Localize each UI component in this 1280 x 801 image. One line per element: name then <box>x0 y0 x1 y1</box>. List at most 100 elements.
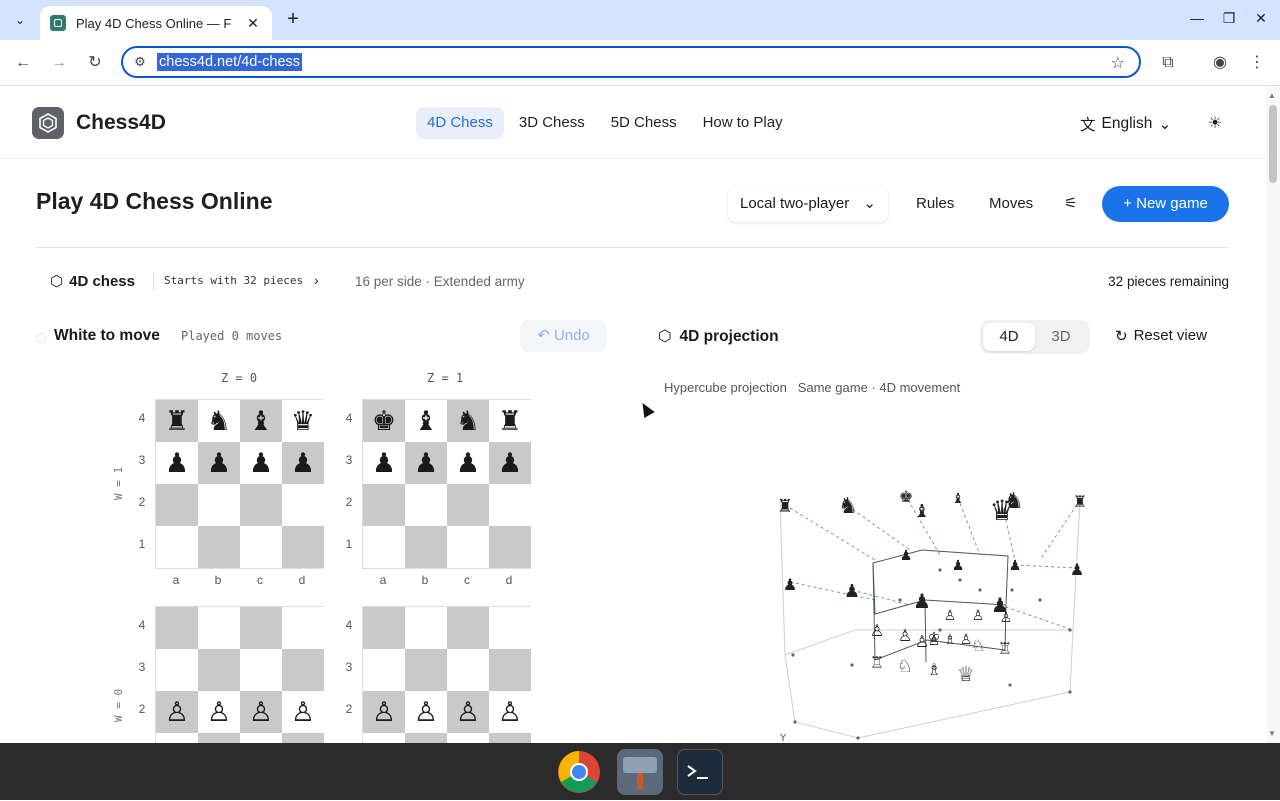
site-info-icon[interactable]: ⚙ <box>123 54 157 70</box>
board-square[interactable]: ♞ <box>198 400 240 442</box>
window-close-icon[interactable]: ✕ <box>1251 10 1271 27</box>
projection-piece[interactable]: ♟ <box>844 581 860 602</box>
projection-piece[interactable]: ♙ <box>870 621 884 640</box>
projection-piece[interactable]: ♜ <box>1073 492 1087 511</box>
view-4d-button[interactable]: 4D <box>983 323 1035 351</box>
board-square[interactable]: ♟ <box>363 442 405 484</box>
board-square[interactable]: ♟ <box>198 442 240 484</box>
plus-icon[interactable]: + <box>282 9 304 31</box>
projection-piece[interactable]: ♜ <box>777 496 793 517</box>
language-selector[interactable]: 文 English ⌄ <box>1080 113 1171 135</box>
board-square[interactable]: ♙ <box>240 691 282 733</box>
projection-piece[interactable]: ♟ <box>1070 560 1084 579</box>
board-square[interactable] <box>447 649 489 691</box>
board-square[interactable] <box>489 484 531 526</box>
board-square[interactable] <box>240 649 282 691</box>
board-square[interactable]: ♜ <box>156 400 198 442</box>
address-bar[interactable]: ⚙ chess4d.net/4d-chess ☆ <box>121 46 1141 78</box>
board-square[interactable]: ♟ <box>156 442 198 484</box>
board-square[interactable] <box>198 484 240 526</box>
board-square[interactable]: ♟ <box>489 442 531 484</box>
board-square[interactable]: ♙ <box>447 691 489 733</box>
board-square[interactable]: ♝ <box>405 400 447 442</box>
tab-search-icon[interactable]: ⌄ <box>8 8 32 32</box>
projection-piece[interactable]: ♗ <box>927 660 941 679</box>
board-square[interactable]: ♙ <box>489 691 531 733</box>
forward-icon[interactable]: → <box>47 51 71 75</box>
board-square[interactable] <box>405 607 447 649</box>
board-square[interactable]: ♙ <box>363 691 405 733</box>
nav-4d-chess[interactable]: 4D Chess <box>416 107 504 139</box>
board-square[interactable] <box>363 484 405 526</box>
projection-piece[interactable]: ♘ <box>971 636 985 655</box>
page-scrollbar[interactable]: ▲ ▼ <box>1266 87 1280 743</box>
board-square[interactable] <box>282 484 324 526</box>
projection-piece[interactable]: ♙ <box>898 626 912 645</box>
view-3d-button[interactable]: 3D <box>1035 323 1087 351</box>
logo-icon[interactable] <box>32 107 64 139</box>
projection-piece[interactable]: ♟ <box>913 589 931 613</box>
board-square[interactable] <box>156 649 198 691</box>
board-square[interactable]: ♙ <box>156 691 198 733</box>
board-square[interactable]: ♟ <box>405 442 447 484</box>
profile-icon[interactable]: ◉ <box>1208 51 1232 75</box>
board-square[interactable] <box>363 607 405 649</box>
scroll-up-icon[interactable]: ▲ <box>1268 91 1276 100</box>
menu-icon[interactable]: ⋮ <box>1245 51 1269 75</box>
extensions-icon[interactable]: ⧉ <box>1156 51 1180 75</box>
projection-piece[interactable]: ♝ <box>914 501 930 522</box>
board-square[interactable]: ♙ <box>282 691 324 733</box>
mode-select[interactable]: Local two-player ⌄ <box>728 186 888 222</box>
board-square[interactable] <box>282 526 324 568</box>
star-icon[interactable]: ☆ <box>1111 53 1125 73</box>
board-square[interactable] <box>447 607 489 649</box>
board-square[interactable] <box>156 607 198 649</box>
board-square[interactable] <box>240 526 282 568</box>
board-square[interactable] <box>447 484 489 526</box>
brand-name[interactable]: Chess4D <box>76 111 166 135</box>
file-manager-icon[interactable] <box>617 749 663 795</box>
board-square[interactable] <box>363 649 405 691</box>
settings-sliders-icon[interactable]: ⚟ <box>1064 186 1077 222</box>
chevron-right-icon[interactable]: › <box>314 272 319 288</box>
projection-piece[interactable]: ♙ <box>944 608 957 624</box>
new-game-button[interactable]: + New game <box>1102 186 1229 222</box>
board-square[interactable] <box>156 484 198 526</box>
board-square[interactable]: ♙ <box>405 691 447 733</box>
nav-how-to-play[interactable]: How to Play <box>692 107 794 139</box>
projection-piece[interactable]: ♖ <box>998 639 1012 658</box>
board-square[interactable]: ♚ <box>363 400 405 442</box>
undo-button[interactable]: ↶ Undo <box>520 320 607 352</box>
projection-piece[interactable]: ♟ <box>900 548 913 564</box>
rules-button[interactable]: Rules <box>916 186 954 222</box>
board-square[interactable] <box>363 526 405 568</box>
board-square[interactable] <box>489 649 531 691</box>
projection-piece[interactable]: ♙ <box>972 608 985 624</box>
board-square[interactable]: ♛ <box>282 400 324 442</box>
projection-piece[interactable]: ♙ <box>1000 610 1013 626</box>
nav-3d-chess[interactable]: 3D Chess <box>508 107 596 139</box>
board-square[interactable]: ♞ <box>447 400 489 442</box>
board-square[interactable]: ♟ <box>282 442 324 484</box>
reload-icon[interactable]: ↻ <box>83 51 107 75</box>
board-square[interactable] <box>198 649 240 691</box>
minimize-icon[interactable]: — <box>1187 10 1207 26</box>
nav-5d-chess[interactable]: 5D Chess <box>600 107 688 139</box>
board-square[interactable] <box>198 526 240 568</box>
chrome-icon[interactable] <box>556 749 602 795</box>
board-square[interactable] <box>240 484 282 526</box>
maximize-icon[interactable]: ❐ <box>1219 10 1239 27</box>
browser-tab[interactable]: Play 4D Chess Online — F ✕ <box>40 6 272 40</box>
board-square[interactable] <box>489 526 531 568</box>
starts-with-button[interactable]: Starts with 32 pieces <box>164 274 303 287</box>
url-text[interactable]: chess4d.net/4d-chess <box>157 53 303 71</box>
projection-piece[interactable]: ♟ <box>952 558 965 574</box>
board-square[interactable]: ♟ <box>447 442 489 484</box>
projection-piece[interactable]: ♟ <box>1009 558 1022 574</box>
projection-piece[interactable]: ♗ <box>944 632 957 648</box>
projection-piece[interactable]: ♔ <box>928 630 941 646</box>
projection-piece[interactable]: ♚ <box>899 487 913 506</box>
reset-view-button[interactable]: ↻ Reset view <box>1115 327 1207 345</box>
board-square[interactable] <box>198 607 240 649</box>
board-square[interactable] <box>489 607 531 649</box>
